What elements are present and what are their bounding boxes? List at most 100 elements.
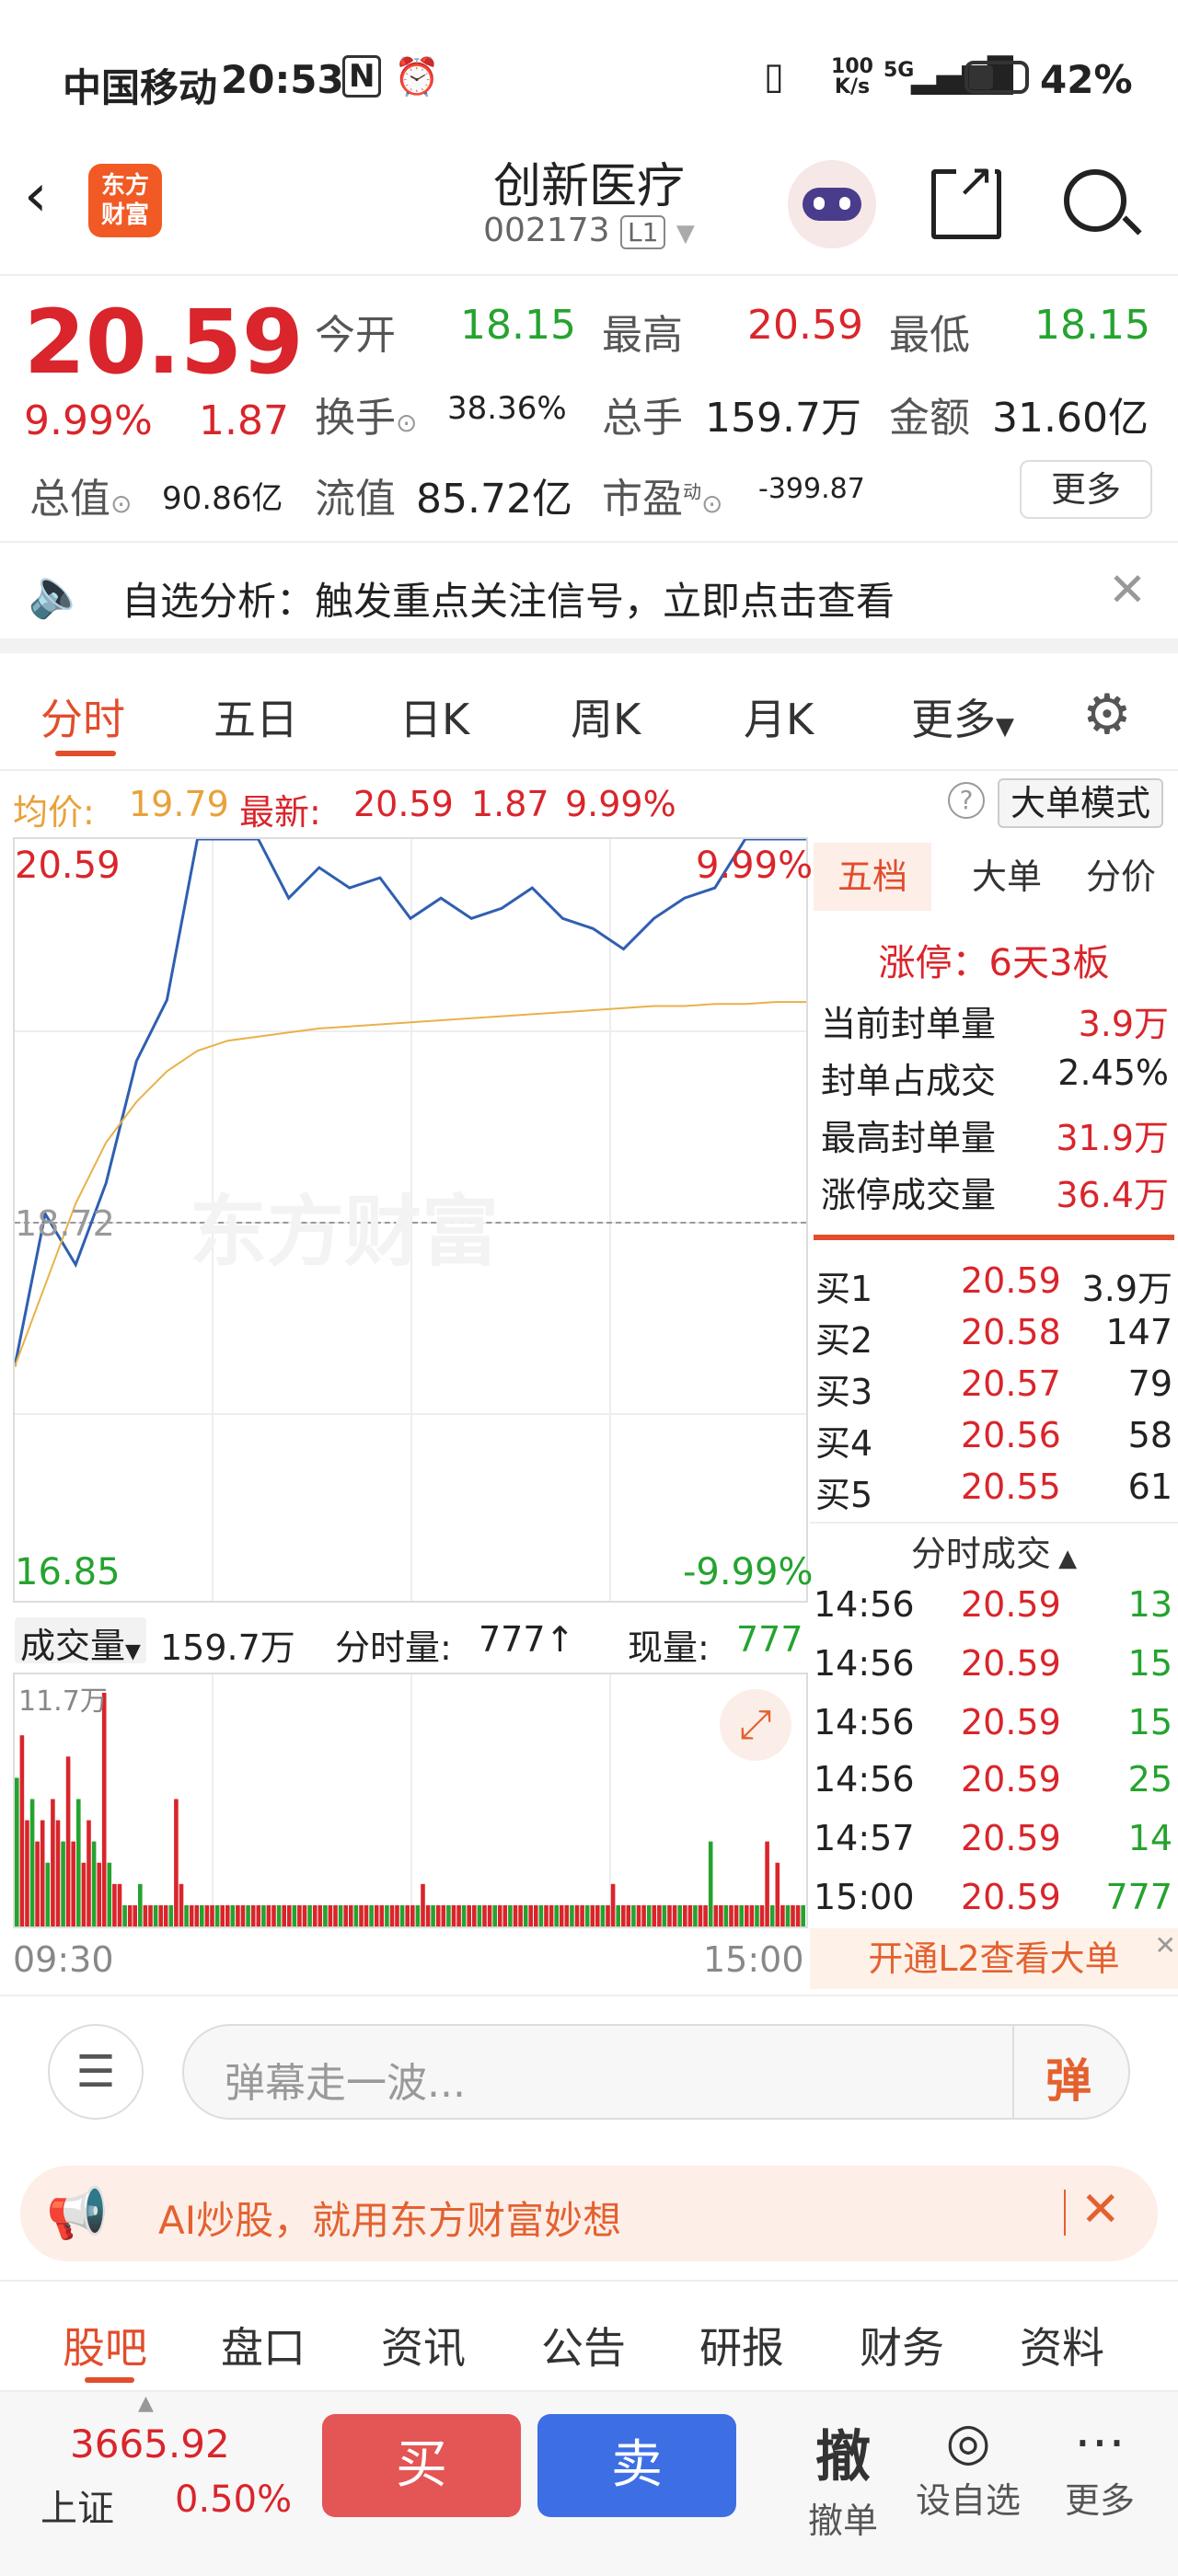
tab-pankou[interactable]: 盘口: [221, 2315, 306, 2375]
danmu-input[interactable]: 弹幕走一波... 弹: [182, 2024, 1130, 2120]
volume-bar: [214, 1904, 220, 1926]
tab-five-day[interactable]: 五日: [214, 686, 298, 747]
volume-bar: [461, 1904, 467, 1926]
trade-footer: ▲ 3665.92 上证 0.50% 买 卖 撤撤单 ◎ 设自选 ⋯ 更多: [0, 2392, 1178, 2576]
buy-button[interactable]: 买: [322, 2414, 521, 2517]
change-amount: 1.87: [199, 397, 289, 444]
tab-announcements[interactable]: 公告: [541, 2315, 626, 2375]
close-icon[interactable]: ✕: [1080, 2182, 1121, 2237]
tab-month-k[interactable]: 月K: [744, 686, 814, 747]
carrier: 中国移动: [63, 65, 218, 110]
search-icon[interactable]: [1064, 169, 1142, 236]
tab-profile[interactable]: 资料: [1020, 2315, 1104, 2375]
l2-banner[interactable]: 开通L2查看大单 ✕: [810, 1928, 1178, 1989]
turnover-label: 换手⊙: [315, 395, 418, 442]
danmu-settings-icon[interactable]: ☰: [48, 2024, 144, 2120]
more-button[interactable]: ⋯ 更多: [1040, 2412, 1160, 2523]
close-icon[interactable]: ✕: [1108, 563, 1147, 616]
volume-bar: [302, 1904, 307, 1926]
latest-label: 最新:: [239, 792, 321, 833]
gear-icon[interactable]: ⚙: [1082, 683, 1132, 747]
target-icon: ◎: [945, 2412, 991, 2472]
trade-row: 14:56 20.59 25: [814, 1759, 1172, 1800]
amount-value: 31.60亿: [992, 395, 1149, 442]
open-label: 今开: [315, 312, 396, 359]
amount-label: 金额: [889, 395, 970, 442]
volume-bar: [590, 1904, 595, 1926]
speaker-icon: 🔈: [28, 566, 87, 621]
volume-bar: [775, 1862, 780, 1926]
volume-bar: [646, 1904, 652, 1926]
bid-row[interactable]: 买5 20.55 61: [810, 1466, 1178, 1522]
bid-row[interactable]: 买3 20.57 79: [810, 1363, 1178, 1419]
expand-icon[interactable]: ⤢: [720, 1689, 791, 1761]
volume-bar: [230, 1904, 236, 1926]
tab-more[interactable]: 更多▼: [911, 686, 1014, 747]
intraday-chart[interactable]: 东方财富 20.59 9.99% 18.72 16.85 -9.99%: [13, 837, 814, 1603]
bid-row[interactable]: 买1 20.59 3.9万: [810, 1260, 1178, 1316]
tab-week-k[interactable]: 周K: [571, 686, 641, 747]
latest-value: 20.59: [353, 784, 454, 824]
robot-assistant-icon[interactable]: [788, 160, 876, 248]
volume-bar: [133, 1904, 137, 1926]
more-quote-button[interactable]: 更多: [1020, 460, 1152, 519]
stock-name: 创新医疗: [492, 159, 685, 214]
volume-bar: [15, 1777, 19, 1926]
volume-bar: [55, 1820, 61, 1926]
share-icon[interactable]: ↗: [931, 157, 1001, 239]
tab-five-levels[interactable]: 五档: [814, 843, 931, 911]
volume-bar: [780, 1904, 785, 1926]
tab-news[interactable]: 资讯: [381, 2315, 466, 2375]
volume-bar: [677, 1904, 682, 1926]
index-value[interactable]: 3665.92: [70, 2421, 230, 2467]
volume-bar: [379, 1904, 385, 1926]
volume-bar: [610, 1883, 616, 1926]
tab-price-dist[interactable]: 分价: [1066, 843, 1176, 911]
volume-bar: [456, 1904, 461, 1926]
stock-code-row[interactable]: 002173 L1 ▼: [0, 212, 1178, 249]
volume-bar: [250, 1904, 256, 1926]
sell-button[interactable]: 卖: [537, 2414, 736, 2517]
tab-guba[interactable]: 股吧: [63, 2315, 147, 2375]
ai-banner[interactable]: 📢 AI炒股，就用东方财富妙想 ✕: [20, 2166, 1158, 2261]
volume-header: 成交量▼ 159.7万 分时量: 777↑ 现量: 777: [13, 1610, 808, 1669]
volume-bar: [683, 1904, 687, 1926]
tab-fenshi[interactable]: 分时: [40, 686, 125, 747]
volume-bar: [687, 1904, 693, 1926]
cancel-order-button[interactable]: 撤撤单: [779, 2412, 907, 2543]
volume-chart[interactable]: 11.7万 ⤢: [13, 1673, 808, 1928]
battery-icon: [964, 61, 1029, 94]
alarm-icon: ⏰: [394, 56, 440, 98]
tab-research[interactable]: 研报: [699, 2315, 784, 2375]
notice-text: 自选分析：触发重点关注信号，立即点击查看: [121, 579, 895, 624]
bid-row[interactable]: 买2 20.58 147: [810, 1312, 1178, 1367]
volume-bar: [65, 1756, 71, 1926]
volume-bar: [271, 1904, 276, 1926]
volume-bar: [364, 1904, 369, 1926]
help-icon[interactable]: ?: [948, 782, 985, 819]
close-icon[interactable]: ✕: [1155, 1915, 1176, 1976]
volume-bar: [389, 1904, 395, 1926]
volume-bar: [559, 1904, 564, 1926]
volume-bar: [87, 1820, 91, 1926]
send-danmu-button[interactable]: 弹: [1045, 2044, 1091, 2110]
volume-bar: [19, 1735, 25, 1926]
add-watchlist-button[interactable]: ◎ 设自选: [904, 2412, 1033, 2523]
tab-finance[interactable]: 财务: [860, 2315, 944, 2375]
volume-bar: [544, 1904, 549, 1926]
bid-row[interactable]: 买4 20.56 58: [810, 1415, 1178, 1470]
volume-bar: [534, 1904, 538, 1926]
volume-bar: [323, 1904, 328, 1926]
volume-bar: [266, 1904, 271, 1926]
big-order-mode-button[interactable]: 大单模式: [998, 778, 1164, 828]
clock: 20:53: [221, 57, 344, 102]
volume-bar: [528, 1904, 533, 1926]
tab-day-k[interactable]: 日K: [399, 686, 469, 747]
volume-bar: [236, 1904, 240, 1926]
volume-bar: [261, 1904, 266, 1926]
volume-selector[interactable]: 成交量▼: [15, 1617, 146, 1666]
analysis-notice[interactable]: 🔈 自选分析：触发重点关注信号，立即点击查看 ✕: [0, 545, 1178, 653]
tab-big-order[interactable]: 大单: [957, 843, 1057, 911]
trades-title[interactable]: 分时成交 ▲: [810, 1525, 1178, 1576]
avg-value: 19.79: [129, 784, 229, 824]
